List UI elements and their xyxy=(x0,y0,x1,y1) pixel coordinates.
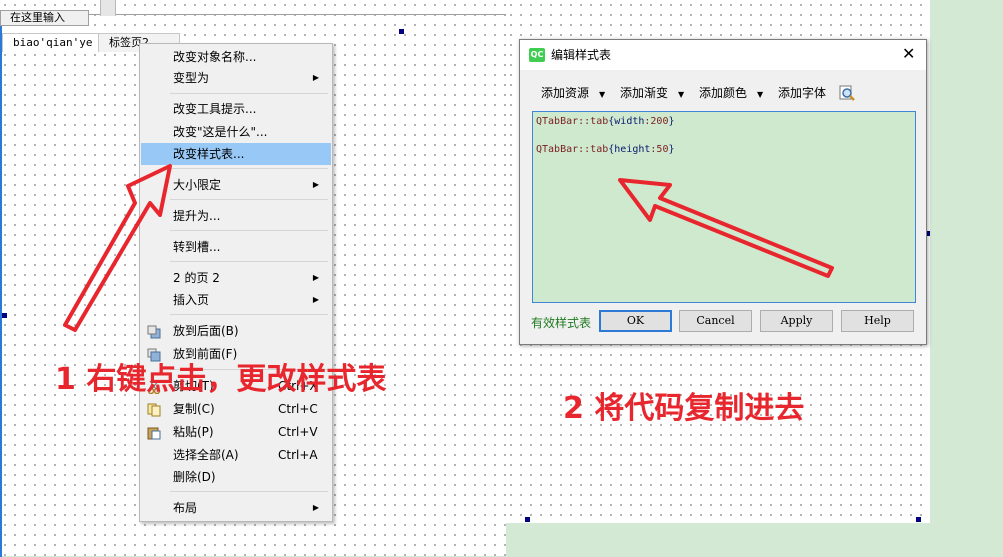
menu-item-promote-to[interactable]: 提升为... xyxy=(141,205,331,227)
menu-item-paste[interactable]: 粘贴(P) Ctrl+V xyxy=(141,421,331,443)
menu-item-insert-page[interactable]: 插入页 ▶ xyxy=(141,289,331,311)
tab-biaoqianye[interactable]: biao'qian'ye xyxy=(2,33,100,52)
menu-item-send-to-back[interactable]: 放到后面(B) xyxy=(141,320,331,342)
dropdown-arrow-icon: ▼ xyxy=(678,90,685,99)
menu-item-rename-object[interactable]: 改变对象名称... xyxy=(141,46,331,68)
qt-logo-icon: QC xyxy=(529,48,545,62)
resize-handle[interactable] xyxy=(2,313,7,318)
copy-icon xyxy=(147,402,161,417)
menu-item-size-constraints[interactable]: 大小限定 ▶ xyxy=(141,174,331,196)
submenu-arrow-icon: ▶ xyxy=(312,180,319,189)
add-color-button[interactable]: 添加颜色 ▼ xyxy=(699,84,763,102)
resize-handle[interactable] xyxy=(916,517,921,522)
annotation-step-2: 2 将代码复制进去 xyxy=(563,391,805,426)
context-menu: 改变对象名称... 变型为 ▶ 改变工具提示... 改变"这是什么"... 改变样… xyxy=(139,43,333,522)
menu-separator xyxy=(170,93,328,94)
menu-separator xyxy=(170,199,328,200)
add-gradient-button[interactable]: 添加渐变 ▼ xyxy=(620,84,684,102)
menu-separator xyxy=(170,230,328,231)
add-font-button[interactable]: 添加字体 xyxy=(778,84,826,102)
menu-item-morph-into[interactable]: 变型为 ▶ xyxy=(141,67,331,89)
menu-item-delete[interactable]: 删除(D) xyxy=(141,466,331,488)
resize-handle[interactable] xyxy=(399,29,404,34)
submenu-arrow-icon: ▶ xyxy=(312,295,319,304)
scrollbar[interactable] xyxy=(100,0,116,16)
menu-item-change-tooltip[interactable]: 改变工具提示... xyxy=(141,98,331,120)
dropdown-arrow-icon: ▼ xyxy=(599,90,606,99)
menu-item-change-stylesheet[interactable]: 改变样式表... xyxy=(141,143,331,165)
dialog-title: 编辑样式表 xyxy=(551,48,612,62)
menu-item-go-to-slot[interactable]: 转到槽... xyxy=(141,236,331,258)
help-button[interactable]: Help xyxy=(841,310,914,332)
type-here-field[interactable]: 在这里输入 xyxy=(0,10,89,26)
submenu-arrow-icon: ▶ xyxy=(312,73,319,82)
submenu-arrow-icon: ▶ xyxy=(312,503,319,512)
stylesheet-editor[interactable]: QTabBar::tab{width:200} QTabBar::tab{hei… xyxy=(532,111,916,303)
menu-separator xyxy=(170,261,328,262)
paste-icon xyxy=(147,425,161,440)
add-resource-button[interactable]: 添加资源 ▼ xyxy=(541,84,605,102)
menu-separator xyxy=(170,491,328,492)
code-line: QTabBar::tab{height:50} xyxy=(536,144,675,155)
annotation-step-1: 1 右键点击，更改样式表 xyxy=(55,362,387,397)
menu-item-layout[interactable]: 布局 ▶ xyxy=(141,497,331,519)
menu-item-select-all[interactable]: 选择全部(A) Ctrl+A xyxy=(141,444,331,466)
cancel-button[interactable]: Cancel xyxy=(679,310,752,332)
close-icon[interactable]: ✕ xyxy=(902,45,915,63)
resize-handle[interactable] xyxy=(525,517,530,522)
menu-separator xyxy=(170,168,328,169)
send-to-back-icon xyxy=(147,324,161,339)
edit-stylesheet-dialog: QC 编辑样式表 ✕ 添加资源 ▼ 添加渐变 ▼ 添加颜色 ▼ 添加字体 QTabBa… xyxy=(519,39,927,345)
ok-button[interactable]: OK xyxy=(599,310,672,332)
menu-item-copy[interactable]: 复制(C) Ctrl+C xyxy=(141,398,331,420)
apply-button[interactable]: Apply xyxy=(760,310,833,332)
code-line: QTabBar::tab{width:200} xyxy=(536,116,675,127)
submenu-arrow-icon: ▶ xyxy=(312,273,319,282)
magnifier-icon[interactable] xyxy=(838,84,856,102)
validity-status: 有效样式表 xyxy=(531,316,592,330)
menu-item-change-whats-this[interactable]: 改变"这是什么"... xyxy=(141,121,331,143)
dropdown-arrow-icon: ▼ xyxy=(757,90,764,99)
menu-separator xyxy=(170,314,328,315)
menu-item-page-2-of-2[interactable]: 2 的页 2 ▶ xyxy=(141,267,331,289)
